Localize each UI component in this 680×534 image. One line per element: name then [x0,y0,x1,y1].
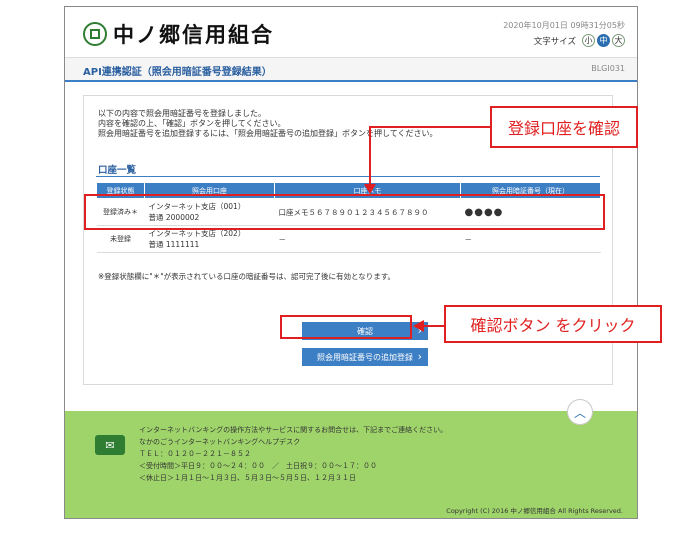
footer-line: ＜休止日＞１月１日～１月３日、５月３日～５月５日、１２月３１日 [139,474,356,482]
site-footer: ︿ ✉ インターネットバンキングの操作方法やサービスに関するお問合せは、下記まで… [65,399,637,518]
add-register-button-label: 照会用暗証番号の追加登録 [317,352,413,362]
footer-line: ＜受付時間＞平日９：００～２４：００ ／ 土日祝９：００～１７：００ [139,462,377,470]
footer-line: ＴＥＬ：０１２０－２２１－８５２ [139,450,251,458]
footer-line: インターネットバンキングの操作方法やサービスに関するお問合せは、下記までご連絡く… [139,426,448,434]
message-line: 照会用暗証番号を追加登録するには、「照会用暗証番号の追加登録」ボタンを押してくだ… [98,129,438,138]
font-size-small-button[interactable]: 小 [582,34,595,47]
section-divider [96,176,600,177]
account-number: 普通 1111111 [148,240,200,249]
browser-frame: 中ノ郷信用組合 2020年10月01日 09時31分05秒 文字サイズ 小 中 … [64,6,638,519]
font-size-switcher: 文字サイズ 小 中 大 [534,34,625,47]
contact-mail-icon: ✉ [95,435,125,455]
font-size-large-button[interactable]: 大 [612,34,625,47]
scroll-top-button[interactable]: ︿ [567,399,593,425]
bank-name: 中ノ郷信用組合 [113,22,274,47]
callout-click-confirm: 確認ボタン をクリック [444,305,662,343]
registration-note: ※登録状態欄に"＊"が表示されている口座の暗証番号は、認可完了後に有効となります… [98,272,395,281]
chevron-right-icon: › [417,324,422,337]
footer-line: なかのごうインターネットバンキングヘルプデスク [139,438,301,446]
bank-emblem-icon [83,22,107,46]
callout-check-account: 登録口座を確認 [490,106,638,148]
add-register-button[interactable]: 照会用暗証番号の追加登録 › [302,348,428,366]
chevron-up-icon: ︿ [573,405,586,420]
page-title-bar: API連携認証（照会用暗証番号登録結果） BLGI031 [65,57,637,82]
account-row-highlight [84,194,605,230]
copyright: Copyright (C) 2016 中ノ郷信用組合 All Rights Re… [446,507,623,515]
screen-code: BLGI031 [591,64,625,73]
page-title: API連携認証（照会用暗証番号登録結果） [83,67,272,78]
login-timestamp: 2020年10月01日 09時31分05秒 [503,21,625,30]
chevron-right-icon: › [417,350,422,363]
site-header: 中ノ郷信用組合 2020年10月01日 09時31分05秒 文字サイズ 小 中 … [65,7,637,57]
bank-logo[interactable]: 中ノ郷信用組合 [83,19,274,49]
font-size-medium-button[interactable]: 中 [597,34,610,47]
account-list-title: 口座一覧 [98,165,137,176]
font-size-label: 文字サイズ [533,36,576,47]
confirm-button-highlight [280,315,412,339]
